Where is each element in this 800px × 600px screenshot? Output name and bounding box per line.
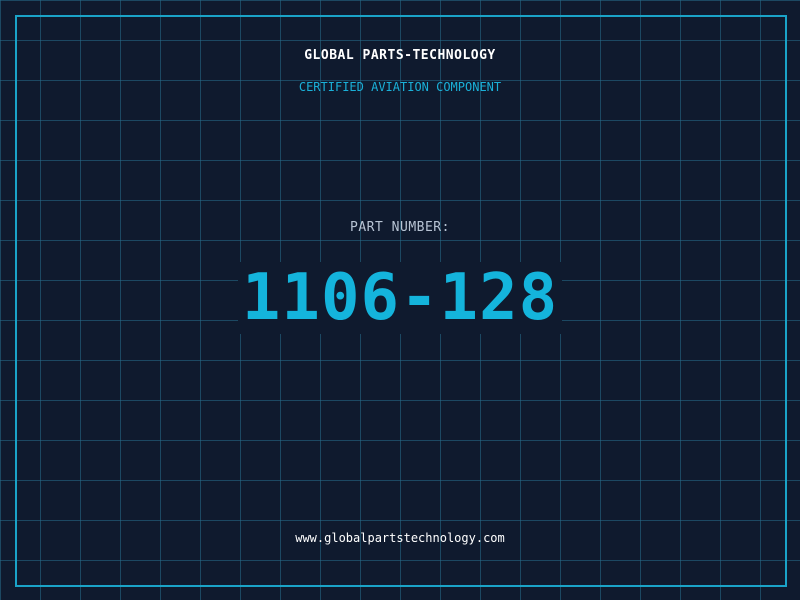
website-url: www.globalpartstechnology.com xyxy=(295,531,505,545)
part-number-value: 1106-128 xyxy=(237,262,563,334)
certification-subtitle: CERTIFIED AVIATION COMPONENT xyxy=(298,80,502,94)
label-canvas: GLOBAL PARTS-TECHNOLOGY CERTIFIED AVIATI… xyxy=(0,0,800,600)
part-number-label: PART NUMBER: xyxy=(350,220,450,235)
part-number-container: 1106-128 xyxy=(0,262,800,334)
company-name: GLOBAL PARTS-TECHNOLOGY xyxy=(304,48,496,63)
